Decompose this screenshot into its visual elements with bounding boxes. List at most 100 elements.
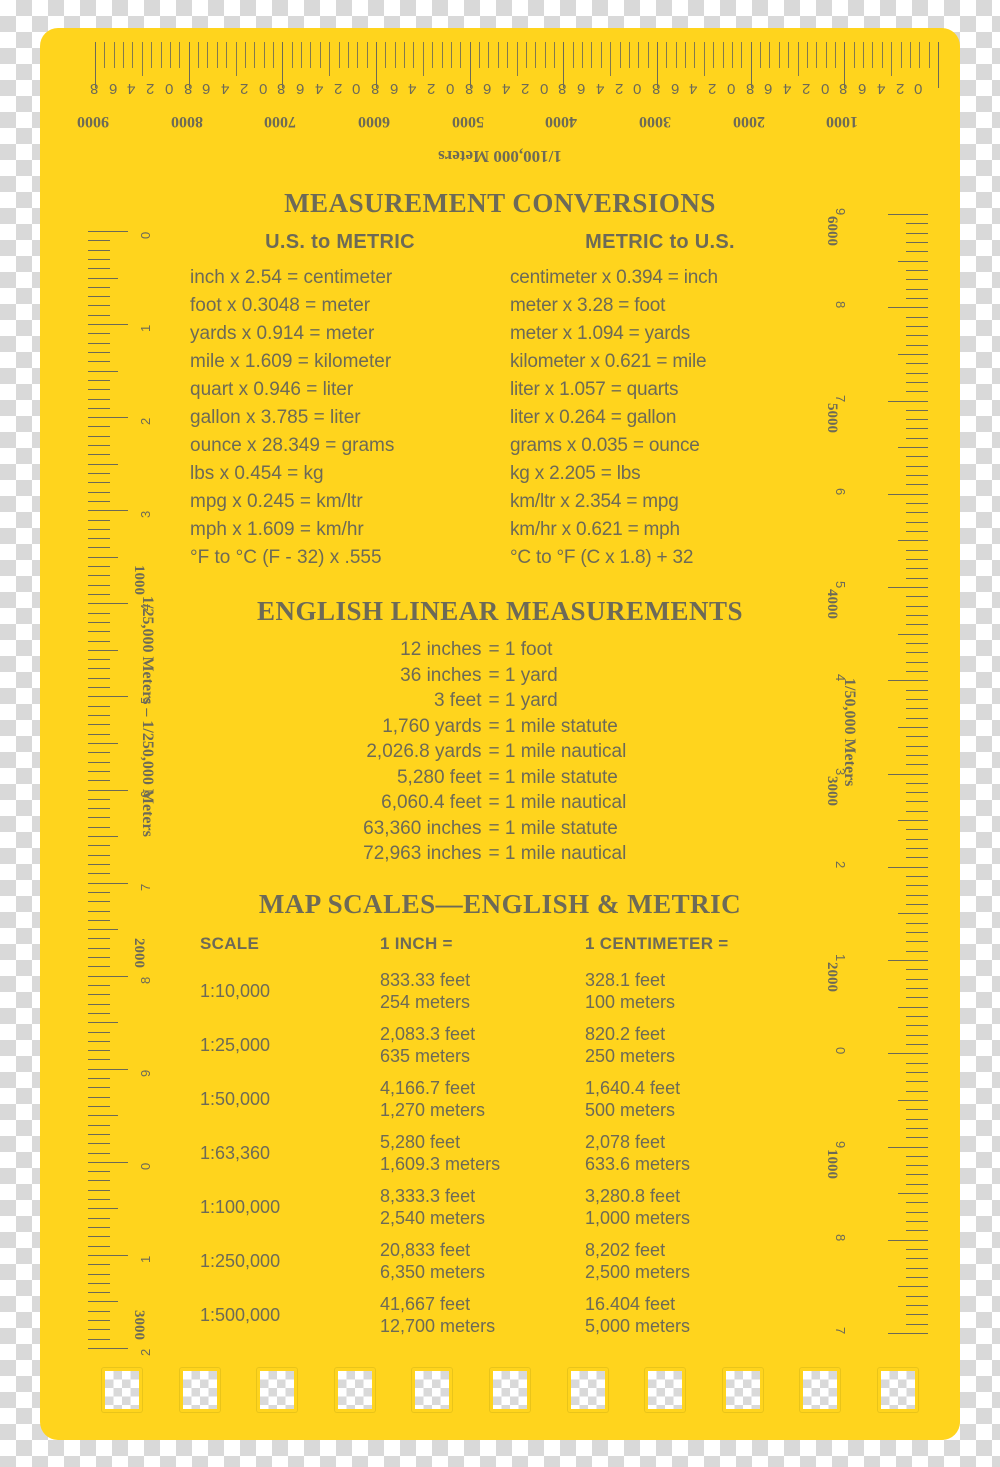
ruler-minor-label: 1 — [138, 324, 153, 333]
ruler-tick — [898, 913, 928, 915]
english-linear-equivalent: = 1 mile statute — [488, 817, 618, 839]
english-linear-quantity: 63,360 inches — [363, 817, 482, 839]
english-linear-row: 5,280 feet = 1 mile statute — [190, 765, 810, 791]
us-to-metric-line: quart x 0.946 = liter — [190, 379, 354, 400]
ruler-minor-label: 2 — [801, 80, 811, 97]
ruler-minor-label: 5 — [833, 581, 848, 589]
cell-centimeter-equivalent: 328.1 feet 100 meters — [585, 969, 676, 1012]
left-ruler: 0 1 2 3 4 5 6 7 8 9 0 1 2 1000 2000 3000 1/25,000 Meter… — [40, 28, 160, 1440]
us-to-metric-line: lbs x 0.454 = kg — [190, 463, 324, 484]
metric-to-us-line: centimeter x 0.394 = inch — [510, 267, 718, 288]
ruler-tick — [906, 484, 928, 486]
english-linear-equivalent: = 1 yard — [488, 664, 558, 686]
binding-hole — [645, 1368, 686, 1412]
ruler-tick — [88, 1022, 118, 1024]
cell-inch-equivalent: 2,083.3 feet 635 meters — [380, 1023, 476, 1066]
ruler-tick — [88, 742, 118, 744]
ruler-tick — [906, 475, 928, 477]
ruler-minor-label: 8 — [464, 80, 473, 97]
ruler-tick — [582, 42, 584, 68]
ruler-tick — [906, 1230, 928, 1232]
ruler-tick — [898, 1193, 928, 1195]
ruler-tick — [906, 1015, 928, 1017]
ruler-tick — [88, 482, 110, 484]
cell-inch-equivalent: 4,166.7 feet 1,270 meters — [380, 1077, 486, 1120]
cell-scale: 1:500,000 — [200, 1304, 281, 1325]
ruler-tick — [685, 42, 687, 68]
ruler-tick — [88, 1348, 128, 1349]
english-linear-quantity: 36 inches — [400, 664, 482, 686]
ruler-tick — [906, 1323, 928, 1325]
ruler-tick — [88, 528, 110, 530]
ruler-tick — [906, 941, 928, 943]
ruler-tick — [906, 1034, 928, 1036]
ruler-tick — [88, 1040, 110, 1042]
ruler-minor-label: 2 — [333, 80, 342, 97]
ruler-tick — [888, 493, 928, 495]
ruler-tick — [906, 652, 928, 654]
cell-scale: 1:50,000 — [200, 1088, 271, 1109]
ruler-tick — [906, 717, 928, 719]
ruler-tick — [906, 1081, 928, 1083]
ruler-tick — [88, 603, 128, 605]
ruler-tick — [244, 42, 246, 68]
ruler-minor-label: 0 — [820, 80, 829, 97]
ruler-tick — [703, 42, 705, 76]
ruler-minor-label: 8 — [371, 80, 380, 97]
ruler-tick — [88, 1226, 110, 1228]
ruler-tick — [906, 1137, 928, 1139]
ruler-tick — [88, 584, 110, 586]
ruler-tick — [88, 882, 128, 884]
ruler-tick — [88, 379, 110, 381]
binding-hole — [878, 1368, 918, 1412]
ruler-tick — [88, 1301, 118, 1303]
ruler-major-label: 2000 — [824, 962, 840, 992]
ruler-tick — [906, 1090, 928, 1092]
ruler-tick — [88, 473, 110, 475]
metric-to-us-line: liter x 0.264 = gallon — [510, 407, 677, 428]
ruler-tick — [788, 42, 790, 68]
ruler-tick — [906, 437, 928, 439]
ruler-tick — [906, 381, 928, 383]
ruler-tick — [385, 42, 387, 68]
ruler-tick — [319, 42, 321, 68]
ruler-tick — [906, 232, 928, 234]
ruler-tick — [898, 1006, 928, 1008]
ruler-tick — [898, 1286, 928, 1288]
ruler-tick — [88, 984, 110, 986]
ruler-tick — [906, 316, 928, 318]
metric-to-us-heading: METRIC to U.S. — [585, 231, 735, 253]
cell-centimeter-equivalent: 8,202 feet 2,500 meters — [585, 1239, 691, 1282]
ruler-tick — [88, 733, 110, 735]
ruler-minor-label: 9 — [138, 1069, 153, 1077]
ruler-tick — [88, 826, 110, 828]
ruler-tick — [906, 1183, 928, 1185]
ruler-tick — [906, 876, 928, 878]
ruler-tick — [88, 780, 110, 782]
ruler-tick — [450, 42, 452, 68]
ruler-tick — [898, 353, 928, 355]
ruler-tick — [906, 269, 928, 271]
us-to-metric-line: mph x 1.609 = km/hr — [190, 519, 364, 540]
ruler-major-label: 2000 — [131, 937, 147, 968]
ruler-tick — [906, 521, 928, 523]
ruler-tick — [88, 296, 110, 298]
cell-inch-equivalent: 20,833 feet 6,350 meters — [380, 1239, 486, 1282]
ruler-tick — [906, 689, 928, 691]
ruler-tick — [88, 314, 110, 316]
ruler-minor-label: 0 — [138, 1162, 153, 1170]
ruler-minor-label: 8 — [833, 301, 848, 309]
english-linear-equivalent: = 1 mile nautical — [488, 792, 627, 813]
top-ruler-title: 1/100,000 Meters — [438, 147, 562, 166]
binding-hole — [257, 1368, 298, 1412]
ruler-tick — [906, 568, 928, 570]
table-row: 1:25,000 2,083.3 feet 635 meters 820.2 feet… — [190, 1018, 810, 1072]
cell-inch-equivalent: 8,333.3 feet 2,540 meters — [380, 1185, 486, 1228]
ruler-tick — [88, 1050, 110, 1052]
ruler-tick — [88, 1264, 110, 1266]
ruler-tick — [497, 42, 499, 68]
ruler-tick — [906, 1174, 928, 1176]
cell-centimeter-equivalent: 16.404 feet 5,000 meters — [585, 1293, 691, 1336]
ruler-tick — [906, 1295, 928, 1297]
ruler-tick — [88, 966, 110, 968]
